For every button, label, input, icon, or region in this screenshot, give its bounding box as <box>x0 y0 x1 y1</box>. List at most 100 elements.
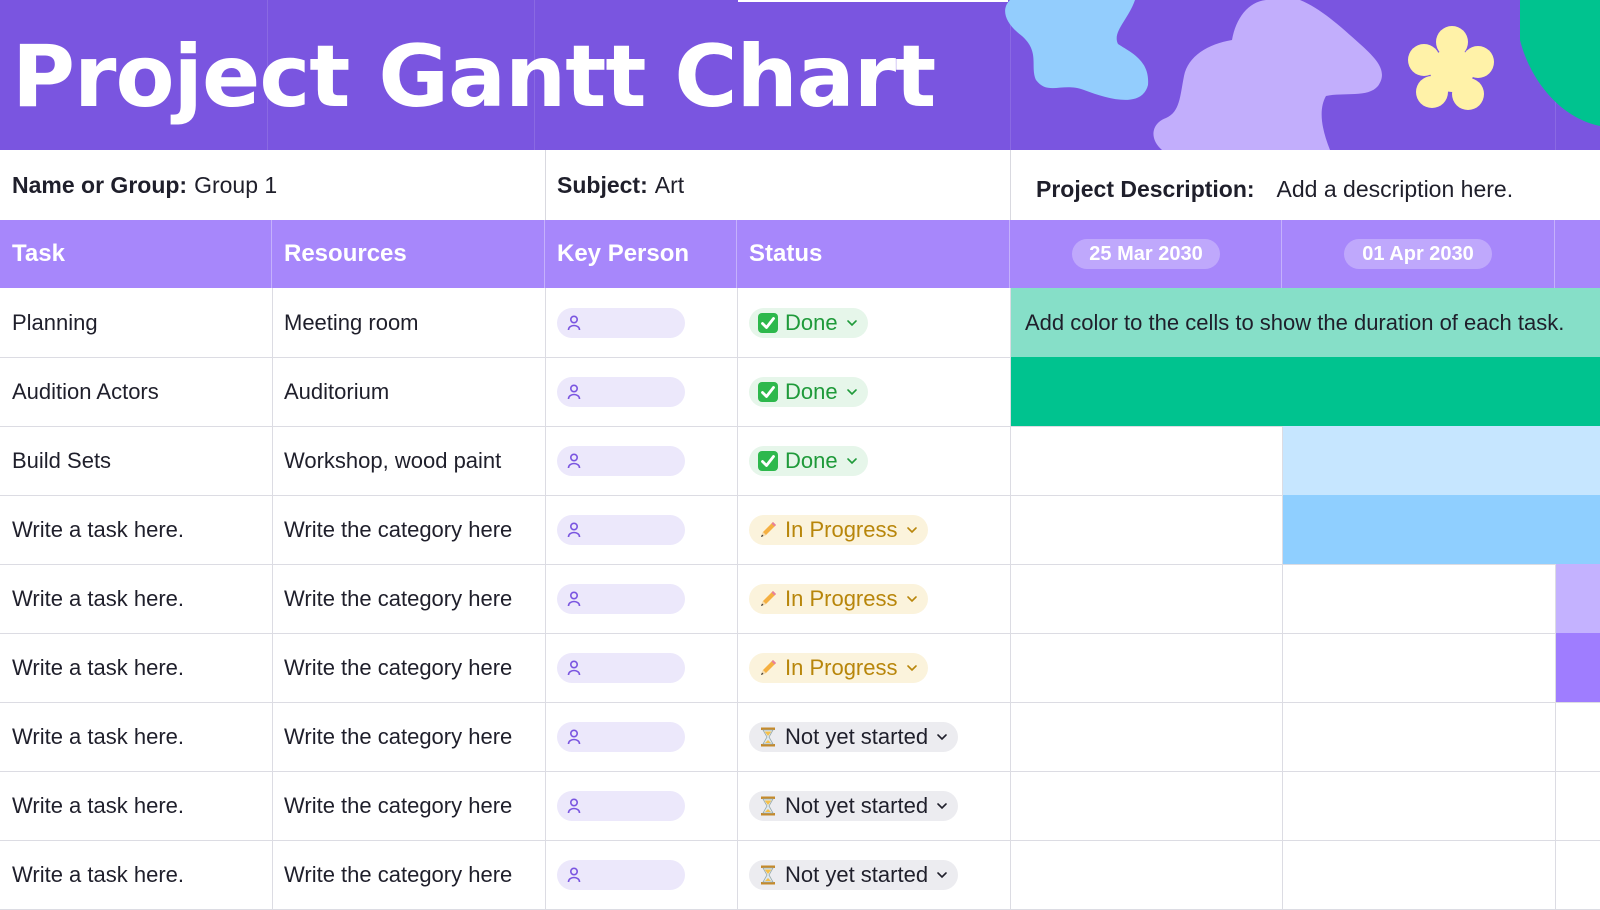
column-divider <box>1010 840 1011 909</box>
resource-text: Write the category here <box>284 723 513 749</box>
chevron-down-icon <box>898 595 918 603</box>
status-dropdown[interactable]: Not yet started <box>749 859 959 890</box>
person-icon <box>567 797 581 814</box>
task-cell[interactable]: Write a task here. <box>0 702 272 771</box>
column-header-status[interactable]: Status <box>737 220 1010 288</box>
key-person-cell[interactable] <box>545 771 737 840</box>
decorative-shapes <box>1005 0 1600 150</box>
resource-cell[interactable]: Write the category here <box>272 702 545 771</box>
key-person-cell[interactable] <box>545 840 737 909</box>
column-divider <box>737 426 738 495</box>
status-cell: Done <box>737 426 1010 495</box>
task-text: Write a task here. <box>12 654 184 680</box>
column-divider <box>272 702 273 771</box>
key-person-cell[interactable] <box>545 702 737 771</box>
status-dropdown[interactable]: In Progress <box>749 514 928 545</box>
status-label: Not yet started <box>785 792 929 818</box>
subject-cell[interactable]: Subject: Art <box>545 150 1010 220</box>
status-dropdown[interactable]: Not yet started <box>749 721 959 752</box>
header-accent-line <box>738 0 1008 2</box>
column-divider <box>545 426 546 495</box>
task-cell[interactable]: Write a task here. <box>0 840 272 909</box>
green-corner-shape <box>1520 0 1600 126</box>
resource-cell[interactable]: Auditorium <box>272 357 545 426</box>
person-icon <box>567 314 581 331</box>
key-person-cell[interactable] <box>545 564 737 633</box>
task-cell[interactable]: Write a task here. <box>0 564 272 633</box>
column-header-week-1[interactable]: 25 Mar 2030 <box>1010 220 1282 288</box>
status-dropdown[interactable]: Done <box>749 445 868 476</box>
column-divider <box>737 702 738 771</box>
resource-cell[interactable]: Write the category here <box>272 771 545 840</box>
task-cell[interactable]: Write a task here. <box>0 771 272 840</box>
person-chip[interactable] <box>557 790 685 821</box>
column-divider <box>545 840 546 909</box>
key-person-cell[interactable] <box>545 495 737 564</box>
column-divider <box>272 633 273 702</box>
person-chip[interactable] <box>557 376 685 407</box>
status-label: In Progress <box>785 516 898 542</box>
person-icon <box>567 866 581 883</box>
resource-text: Write the category here <box>284 654 513 680</box>
subject-label: Subject: <box>557 171 648 198</box>
status-dropdown[interactable]: Not yet started <box>749 790 959 821</box>
column-divider <box>737 288 738 357</box>
task-cell[interactable]: Write a task here. <box>0 495 272 564</box>
resource-cell[interactable]: Meeting room <box>272 288 545 357</box>
gantt-bar[interactable] <box>1555 564 1600 633</box>
gantt-bar[interactable] <box>1282 426 1600 495</box>
gantt-bar[interactable] <box>1555 633 1600 702</box>
column-divider <box>1010 771 1011 840</box>
column-divider <box>737 840 738 909</box>
header-banner: Project Gantt Chart <box>0 0 1600 150</box>
person-icon <box>567 728 581 745</box>
cell-divider <box>1010 150 1011 220</box>
task-text: Write a task here. <box>12 792 184 818</box>
table-row: Write a task here. Write the category her… <box>0 702 1600 772</box>
name-group-cell[interactable]: Name or Group: Group 1 <box>0 150 545 220</box>
resource-cell[interactable]: Write the category here <box>272 840 545 909</box>
gantt-bar[interactable] <box>1282 495 1600 564</box>
resource-cell[interactable]: Workshop, wood paint <box>272 426 545 495</box>
status-cell: In Progress <box>737 564 1010 633</box>
person-chip[interactable] <box>557 514 685 545</box>
person-chip[interactable] <box>557 859 685 890</box>
gantt-bar[interactable] <box>1010 357 1600 426</box>
status-dropdown[interactable]: Done <box>749 307 868 338</box>
status-cell: In Progress <box>737 495 1010 564</box>
task-cell[interactable]: Planning <box>0 288 272 357</box>
status-dropdown[interactable]: Done <box>749 376 868 407</box>
status-label: Done <box>785 447 838 473</box>
status-dropdown[interactable]: In Progress <box>749 652 928 683</box>
key-person-cell[interactable] <box>545 426 737 495</box>
task-cell[interactable]: Build Sets <box>0 426 272 495</box>
column-divider <box>737 495 738 564</box>
person-chip[interactable] <box>557 652 685 683</box>
task-text: Planning <box>12 309 98 335</box>
resource-cell[interactable]: Write the category here <box>272 564 545 633</box>
resource-cell[interactable]: Write the category here <box>272 633 545 702</box>
person-chip[interactable] <box>557 307 685 338</box>
chevron-down-icon <box>898 664 918 672</box>
column-header-task[interactable]: Task <box>0 220 272 288</box>
column-header-key-person[interactable]: Key Person <box>545 220 737 288</box>
column-header-week-2[interactable]: 01 Apr 2030 <box>1282 220 1555 288</box>
column-header-week-3[interactable] <box>1555 220 1600 288</box>
task-cell[interactable]: Audition Actors <box>0 357 272 426</box>
table-row: Write a task here. Write the category her… <box>0 771 1600 841</box>
key-person-cell[interactable] <box>545 288 737 357</box>
person-chip[interactable] <box>557 583 685 614</box>
project-description-cell[interactable]: Project Description: Add a description h… <box>1010 154 1600 224</box>
status-dropdown[interactable]: In Progress <box>749 583 928 614</box>
person-chip[interactable] <box>557 445 685 476</box>
task-text: Build Sets <box>12 447 112 473</box>
key-person-cell[interactable] <box>545 357 737 426</box>
column-divider <box>1010 633 1011 702</box>
column-header-resources[interactable]: Resources <box>272 220 545 288</box>
key-person-cell[interactable] <box>545 633 737 702</box>
timeline-divider <box>1282 633 1283 702</box>
task-cell[interactable]: Write a task here. <box>0 633 272 702</box>
resource-cell[interactable]: Write the category here <box>272 495 545 564</box>
person-chip[interactable] <box>557 721 685 752</box>
resource-text: Meeting room <box>284 309 419 335</box>
